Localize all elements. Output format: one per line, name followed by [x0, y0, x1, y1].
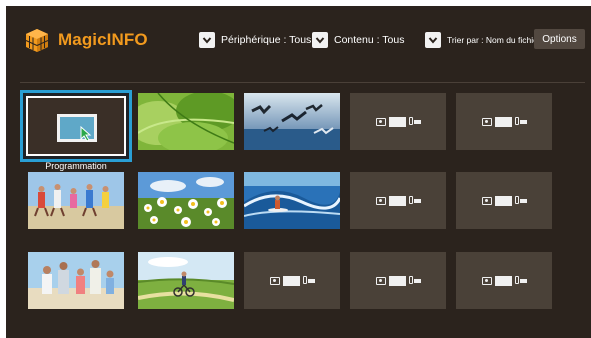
schedule-tile-inner	[26, 96, 126, 156]
music-icon	[302, 275, 315, 286]
music-icon	[514, 116, 527, 127]
empty-content-tile[interactable]	[456, 252, 552, 309]
empty-content-tile[interactable]	[350, 93, 446, 150]
content-filter-dropdown[interactable]: Contenu : Tous	[312, 32, 404, 48]
content-filter-label: Contenu : Tous	[334, 34, 405, 46]
empty-content-tile[interactable]	[350, 172, 446, 229]
device-filter-dropdown[interactable]: Périphérique : Tous	[199, 32, 311, 48]
photo-thumbnail-cyclist[interactable]	[138, 252, 234, 309]
schedule-tile[interactable]	[20, 90, 132, 162]
empty-content-tile[interactable]	[350, 252, 446, 309]
sort-label: Trier par : Nom du fichier	[447, 35, 541, 45]
video-icon	[282, 275, 300, 286]
photo-thumbnail-family[interactable]	[28, 252, 124, 309]
photo-icon	[481, 117, 492, 126]
music-icon	[408, 195, 421, 206]
logo-cube-icon	[25, 29, 49, 52]
music-icon	[408, 116, 421, 127]
app-title: MagicINFO	[58, 30, 148, 49]
options-button[interactable]: Options	[534, 29, 585, 49]
chevron-down-icon	[425, 32, 441, 48]
photo-icon	[375, 117, 386, 126]
sort-dropdown[interactable]: Trier par : Nom du fichier	[425, 32, 541, 48]
empty-content-tile[interactable]	[244, 252, 340, 309]
music-icon	[514, 195, 527, 206]
selected-item-label: Programmation	[45, 161, 107, 171]
photo-icon	[375, 196, 386, 205]
video-icon	[494, 195, 512, 206]
photo-thumbnail-runners[interactable]	[28, 172, 124, 229]
photo-icon	[269, 276, 280, 285]
music-icon	[408, 275, 421, 286]
empty-content-tile[interactable]	[456, 93, 552, 150]
empty-content-tile[interactable]	[456, 172, 552, 229]
photo-icon	[481, 196, 492, 205]
magicinfo-screen: MagicINFO Périphérique : Tous Contenu : …	[6, 6, 591, 338]
video-icon	[388, 116, 406, 127]
photo-thumbnail-daisies[interactable]	[138, 172, 234, 229]
video-icon	[494, 275, 512, 286]
photo-icon	[481, 276, 492, 285]
device-filter-label: Périphérique : Tous	[221, 34, 312, 46]
music-icon	[514, 275, 527, 286]
video-icon	[388, 195, 406, 206]
schedule-icon	[57, 114, 97, 142]
chevron-down-icon	[199, 32, 215, 48]
app-logo: MagicINFO	[24, 27, 148, 53]
video-icon	[494, 116, 512, 127]
chevron-down-icon	[312, 32, 328, 48]
photo-thumbnail-seagulls[interactable]	[244, 93, 340, 150]
photo-thumbnail-surfer[interactable]	[244, 172, 340, 229]
video-icon	[388, 275, 406, 286]
photo-icon	[375, 276, 386, 285]
photo-thumbnail-leaves[interactable]	[138, 93, 234, 150]
header-divider	[20, 82, 585, 83]
